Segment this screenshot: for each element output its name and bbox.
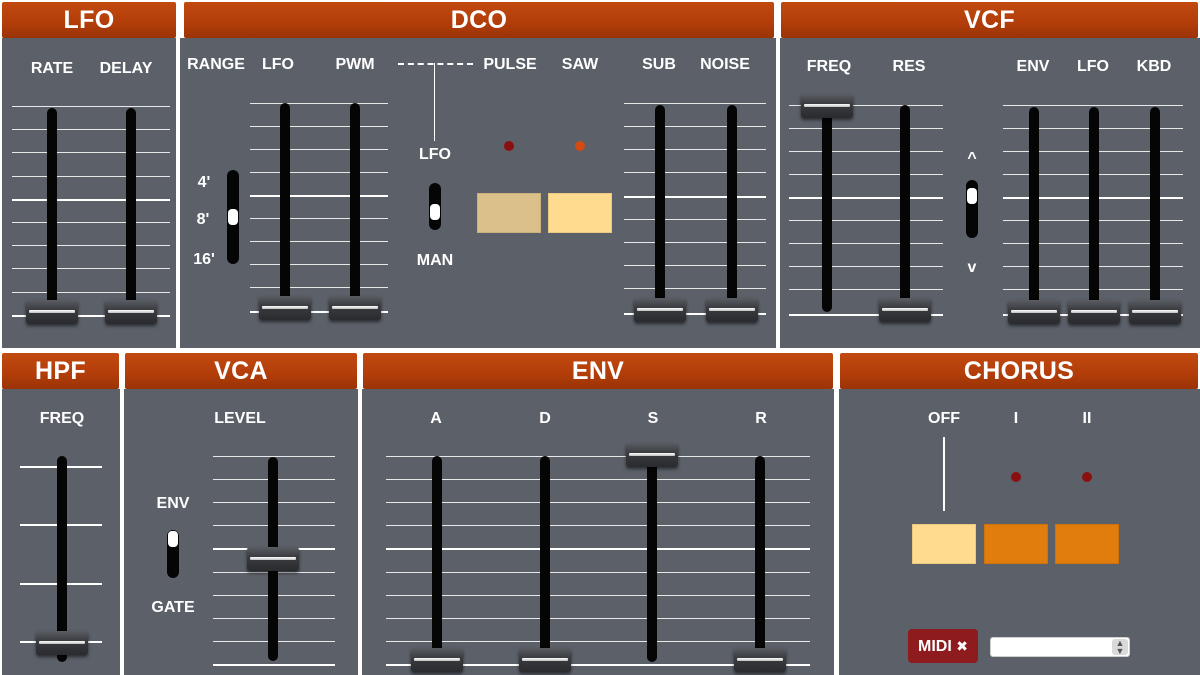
dco-saw-button[interactable] (548, 193, 612, 233)
chorus-off-button[interactable] (912, 524, 976, 564)
lfo-delay-slider-track[interactable] (126, 108, 136, 322)
vca-env-gate-switch[interactable] (167, 530, 179, 578)
lfo-delay-label: DELAY (99, 60, 153, 77)
chorus-i-led (1011, 472, 1021, 482)
hpf-freq-label: FREQ (39, 410, 85, 427)
env-d-slider-track[interactable] (540, 456, 550, 666)
dco-pwm-mode-switch-nub[interactable] (430, 204, 440, 220)
dco-range-option-4: 4' (197, 174, 211, 191)
vcf-env-slider-handle[interactable] (1008, 300, 1060, 324)
vcf-polarity-switch[interactable] (966, 180, 978, 238)
midi-device-select[interactable]: ▲ ▼ (990, 637, 1130, 657)
vcf-freq-label: FREQ (806, 58, 852, 75)
dco-pwm-mode-switch[interactable] (429, 183, 441, 230)
chorus-ii-button[interactable] (1055, 524, 1119, 564)
env-r-slider-handle[interactable] (734, 648, 786, 672)
dco-saw-led (575, 141, 585, 151)
env-a-slider-track[interactable] (432, 456, 442, 666)
lfo-rate-slider-handle[interactable] (26, 300, 78, 324)
vcf-lfo-label: LFO (1077, 58, 1109, 75)
chorus-off-connector (943, 437, 945, 511)
env-a-slider-handle[interactable] (411, 648, 463, 672)
vca-level-label: LEVEL (214, 410, 266, 427)
dco-pulse-label: PULSE (483, 56, 537, 73)
vca-gate-label: GATE (151, 599, 195, 616)
close-icon: ✖ (956, 638, 968, 654)
vcf-res-slider-handle[interactable] (879, 298, 931, 322)
env-d-label: D (539, 410, 551, 427)
dco-noise-slider-handle[interactable] (706, 298, 758, 322)
env-d-slider-handle[interactable] (519, 648, 571, 672)
env-r-slider-track[interactable] (755, 456, 765, 666)
vcf-res-label: RES (892, 58, 926, 75)
dco-range-label: RANGE (187, 56, 245, 73)
vcf-polarity-switch-nub[interactable] (967, 188, 977, 204)
dco-range-option-8: 8' (196, 211, 210, 228)
vca-header: VCA (125, 353, 357, 389)
vcf-polarity-up-label: ^ (967, 150, 977, 167)
vca-env-gate-switch-nub[interactable] (168, 531, 178, 547)
dco-range-switch[interactable] (227, 170, 239, 264)
env-header: ENV (363, 353, 833, 389)
dco-pwm-label: PWM (335, 56, 375, 73)
dco-pwm-slider-track[interactable] (350, 103, 360, 317)
env-a-label: A (430, 410, 442, 427)
dco-saw-label: SAW (561, 56, 599, 73)
chorus-header: CHORUS (840, 353, 1198, 389)
midi-button[interactable]: MIDI ✖ (908, 629, 978, 663)
lfo-rate-label: RATE (30, 60, 74, 77)
dco-pulse-button[interactable] (477, 193, 541, 233)
dco-pwm-mode-man-label: MAN (416, 252, 454, 269)
lfo-delay-slider-handle[interactable] (105, 300, 157, 324)
dco-sub-slider-handle[interactable] (634, 298, 686, 322)
dco-noise-label: NOISE (700, 56, 750, 73)
vcf-kbd-slider-track[interactable] (1150, 107, 1160, 321)
dco-noise-slider-track[interactable] (727, 105, 737, 319)
vca-level-slider-handle[interactable] (247, 547, 299, 571)
env-s-slider-handle[interactable] (626, 443, 678, 467)
select-arrows-icon: ▲ ▼ (1112, 639, 1128, 656)
lfo-header: LFO (2, 2, 176, 38)
midi-label: MIDI (918, 638, 952, 655)
vcf-env-label: ENV (1016, 58, 1050, 75)
dco-connector-line (434, 63, 435, 141)
dco-lfo-slider-handle[interactable] (259, 296, 311, 320)
lfo-rate-slider-track[interactable] (47, 108, 57, 322)
dco-lfo-label: LFO (262, 56, 294, 73)
vcf-header: VCF (781, 2, 1198, 38)
vcf-kbd-slider-handle[interactable] (1129, 300, 1181, 324)
dco-dashed-connector (398, 63, 473, 65)
chorus-i-label: I (1013, 410, 1019, 427)
chorus-ii-label: II (1082, 410, 1092, 427)
hpf-freq-slider-handle[interactable] (36, 631, 88, 655)
dco-sub-slider-track[interactable] (655, 105, 665, 319)
dco-range-switch-nub[interactable] (228, 209, 238, 225)
chorus-i-button[interactable] (984, 524, 1048, 564)
vcf-freq-slider-handle[interactable] (801, 94, 853, 118)
env-s-slider-track[interactable] (647, 450, 657, 662)
dco-lfo-slider-track[interactable] (280, 103, 290, 317)
vcf-kbd-label: KBD (1136, 58, 1172, 75)
vcf-res-slider-track[interactable] (900, 105, 910, 319)
vcf-lfo-slider-track[interactable] (1089, 107, 1099, 321)
vca-env-label: ENV (156, 495, 190, 512)
vca-panel (124, 389, 358, 675)
hpf-header: HPF (2, 353, 119, 389)
dco-pwm-mode-lfo-label: LFO (419, 146, 451, 163)
dco-header: DCO (184, 2, 774, 38)
dco-range-option-16: 16' (193, 251, 215, 268)
env-r-label: R (755, 410, 767, 427)
env-s-label: S (647, 410, 659, 427)
chorus-off-label: OFF (928, 410, 960, 427)
vcf-polarity-down-label: v (967, 259, 977, 276)
vcf-freq-slider-track[interactable] (822, 96, 832, 312)
vcf-lfo-slider-handle[interactable] (1068, 300, 1120, 324)
dco-sub-label: SUB (642, 56, 676, 73)
chorus-ii-led (1082, 472, 1092, 482)
dco-pwm-slider-handle[interactable] (329, 296, 381, 320)
dco-pulse-led (504, 141, 514, 151)
vcf-env-slider-track[interactable] (1029, 107, 1039, 321)
